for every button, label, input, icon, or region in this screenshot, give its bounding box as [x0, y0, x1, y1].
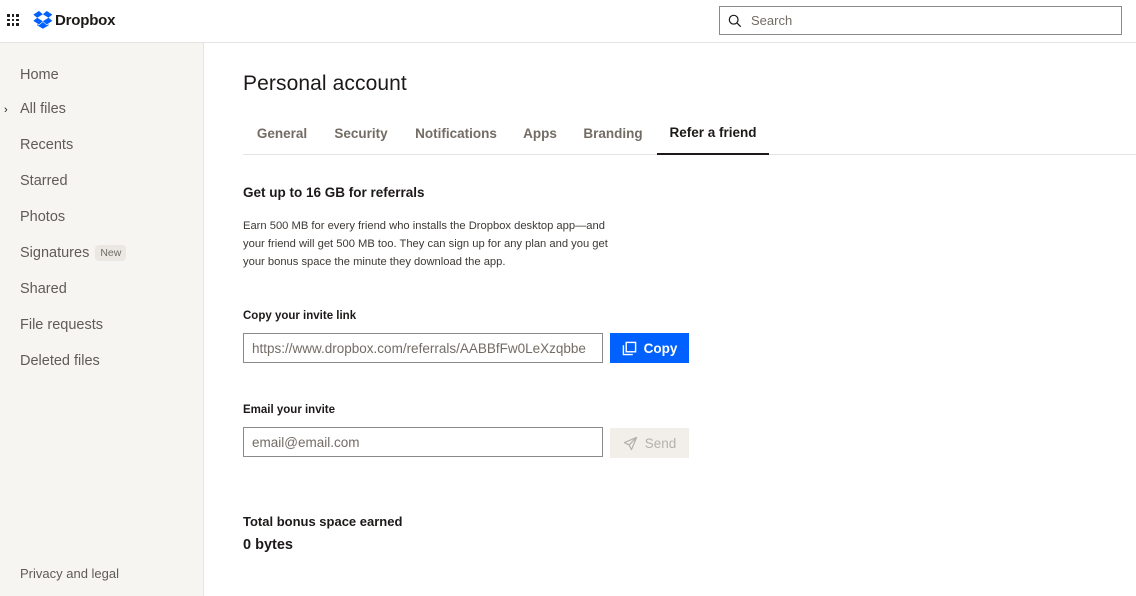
sidebar-item-signatures[interactable]: Signatures New — [20, 245, 127, 261]
main-content: Personal account General Security Notifi… — [205, 44, 1136, 596]
tab-branding[interactable]: Branding — [573, 112, 653, 155]
email-input[interactable] — [244, 434, 602, 450]
tab-apps[interactable]: Apps — [515, 112, 565, 155]
sidebar-item-deleted-files[interactable]: Deleted files — [20, 353, 100, 369]
sidebar-item-label: File requests — [20, 317, 104, 333]
search-icon — [728, 14, 742, 27]
privacy-legal-link[interactable]: Privacy and legal — [20, 566, 119, 581]
copy-icon — [622, 341, 636, 355]
sidebar-item-label: All files — [20, 101, 66, 117]
send-button-label: Send — [644, 435, 677, 451]
referral-heading: Get up to 16 GB for referrals — [243, 185, 425, 200]
page-title: Personal account — [243, 72, 407, 95]
sidebar-item-label: Starred — [20, 173, 68, 189]
email-invite-label: Email your invite — [243, 404, 336, 416]
sidebar: Home › All files Recents Starred Photos … — [0, 43, 204, 596]
sidebar-item-all-files[interactable]: All files — [20, 101, 66, 117]
invite-link-input[interactable] — [244, 340, 602, 356]
sidebar-item-home[interactable]: Home — [20, 67, 59, 83]
sidebar-item-photos[interactable]: Photos — [20, 209, 65, 225]
sidebar-item-file-requests[interactable]: File requests — [20, 317, 103, 333]
sidebar-item-label: Shared — [20, 281, 67, 297]
sidebar-item-starred[interactable]: Starred — [20, 173, 68, 189]
dropbox-icon — [33, 11, 53, 29]
invite-link-label: Copy your invite link — [243, 310, 357, 322]
sidebar-item-label: Photos — [20, 209, 66, 225]
tab-refer-a-friend[interactable]: Refer a friend — [657, 112, 769, 155]
paper-plane-icon — [623, 436, 637, 450]
top-bar: Dropbox — [0, 0, 1136, 43]
search-input[interactable] — [751, 13, 1111, 28]
new-badge: New — [95, 245, 127, 261]
sidebar-item-shared[interactable]: Shared — [20, 281, 67, 297]
tab-notifications[interactable]: Notifications — [403, 112, 509, 155]
send-button[interactable]: Send — [610, 428, 689, 458]
dropbox-logo[interactable]: Dropbox — [33, 11, 115, 29]
chevron-right-icon[interactable]: › — [4, 104, 8, 116]
sidebar-item-label: Deleted files — [20, 353, 100, 369]
settings-tabs: General Security Notifications Apps Bran… — [243, 112, 1136, 155]
email-invite-field[interactable] — [243, 427, 603, 457]
tab-general[interactable]: General — [243, 112, 321, 155]
invite-link-field[interactable] — [243, 333, 603, 363]
sidebar-item-label: Recents — [20, 137, 74, 153]
referral-description: Earn 500 MB for every friend who install… — [243, 220, 608, 268]
app-grid-icon[interactable] — [7, 14, 19, 26]
sidebar-item-label: Signatures — [20, 245, 90, 261]
sidebar-item-label: Home — [20, 67, 59, 83]
search-box[interactable] — [719, 6, 1122, 35]
copy-button-label: Copy — [643, 340, 678, 356]
copy-button[interactable]: Copy — [610, 333, 689, 363]
sidebar-item-recents[interactable]: Recents — [20, 137, 73, 153]
tab-security[interactable]: Security — [323, 112, 399, 155]
brand-name: Dropbox — [55, 11, 116, 29]
total-bonus-label: Total bonus space earned — [243, 514, 403, 529]
total-bonus-value: 0 bytes — [243, 537, 293, 553]
